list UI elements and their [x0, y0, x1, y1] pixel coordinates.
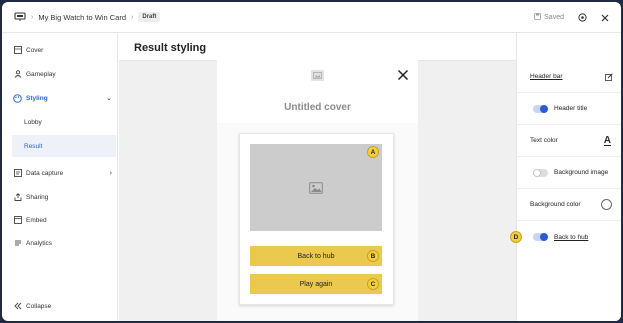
marker-a: A: [367, 146, 379, 158]
header-bar-row: Header bar: [517, 61, 621, 93]
text-color-row: Text color A: [517, 125, 621, 157]
sidebar-item-label: Embed: [26, 216, 47, 224]
text-color-picker-icon[interactable]: A: [603, 135, 611, 146]
marker-c: C: [367, 278, 379, 290]
settings-icon[interactable]: [578, 9, 587, 27]
background-image-toggle[interactable]: [533, 168, 548, 177]
analytics-icon: [13, 239, 22, 248]
sidebar: Cover Gameplay Styling ⌄ Lobby Result Da…: [2, 33, 118, 321]
collapse-button[interactable]: Collapse: [2, 295, 118, 317]
text-color-label: Text color: [530, 137, 558, 144]
sidebar-item-sharing[interactable]: Sharing: [2, 186, 118, 208]
header-title-toggle[interactable]: [533, 104, 548, 113]
sidebar-item-cover[interactable]: Cover: [2, 39, 118, 61]
back-to-hub-row: Back to hub: [517, 221, 621, 253]
palette-icon: [13, 93, 22, 103]
background-color-label: Background color: [530, 201, 581, 208]
sidebar-item-data-capture[interactable]: Data capture ›: [2, 162, 118, 184]
cover-title: Untitled cover: [284, 102, 351, 113]
breadcrumb-separator: ›: [31, 13, 34, 21]
gameplay-icon: [13, 70, 22, 79]
breadcrumb-separator: ›: [131, 13, 134, 21]
chevron-right-icon[interactable]: ›: [110, 170, 112, 177]
sidebar-item-label: Data capture: [26, 169, 64, 177]
settings-panel: Header bar Header title Text color A Bac…: [516, 33, 621, 321]
result-preview: Untitled cover A Back to hub B Play agai…: [217, 60, 418, 321]
sidebar-subitem-result[interactable]: Result: [12, 135, 116, 157]
edit-icon[interactable]: [605, 68, 613, 86]
saved-label: Saved: [544, 14, 564, 21]
background-color-row: Background color: [517, 189, 621, 221]
sidebar-item-analytics[interactable]: Analytics: [2, 232, 118, 254]
share-icon: [13, 193, 22, 202]
sidebar-item-label: Styling: [26, 94, 48, 102]
collapse-icon: [13, 302, 22, 311]
status-badge: Draft: [138, 12, 161, 22]
sidebar-item-styling[interactable]: Styling ⌄: [2, 87, 118, 109]
cover-icon: [13, 46, 22, 55]
back-to-hub-button[interactable]: Back to hub: [250, 246, 382, 266]
app-window: › My Big Watch to Win Card › Draft Saved…: [2, 2, 621, 321]
page-title: Result styling: [134, 42, 207, 54]
background-image-label: Background image: [554, 169, 609, 176]
sidebar-item-label: Cover: [26, 46, 44, 54]
sidebar-item-label: Sharing: [26, 193, 49, 201]
sidebar-item-embed[interactable]: Embed: [2, 209, 118, 231]
marker-b: B: [367, 250, 379, 262]
close-icon[interactable]: [601, 9, 609, 27]
embed-icon: [13, 216, 22, 225]
sidebar-subitem-lobby[interactable]: Lobby: [12, 111, 116, 133]
sidebar-item-label: Gameplay: [26, 70, 56, 78]
result-card: A Back to hub B Play again C: [239, 133, 394, 305]
breadcrumb[interactable]: My Big Watch to Win Card: [38, 13, 126, 22]
sidebar-item-gameplay[interactable]: Gameplay: [2, 63, 118, 85]
play-again-button[interactable]: Play again: [250, 274, 382, 294]
result-image-placeholder[interactable]: [250, 144, 382, 231]
image-icon: [309, 181, 323, 194]
collapse-label: Collapse: [26, 302, 52, 310]
back-to-hub-toggle[interactable]: [533, 233, 548, 241]
app-logo-icon[interactable]: [14, 12, 26, 22]
sidebar-item-label: Analytics: [26, 239, 53, 247]
header-title-row: Header title: [517, 93, 621, 125]
background-image-row: Background image: [517, 157, 621, 189]
image-placeholder-icon[interactable]: [311, 70, 324, 81]
saved-status: Saved: [534, 13, 564, 22]
data-capture-icon: [13, 169, 22, 178]
saved-icon: [534, 13, 542, 22]
chevron-down-icon[interactable]: ⌄: [106, 94, 112, 102]
marker-d: D: [510, 231, 522, 243]
background-color-swatch[interactable]: [601, 199, 612, 210]
preview-header: Untitled cover: [217, 60, 418, 123]
back-to-hub-label[interactable]: Back to hub: [554, 234, 588, 241]
header-bar-link[interactable]: Header bar: [530, 73, 563, 80]
header-title-label: Header title: [554, 105, 588, 112]
close-icon[interactable]: [397, 68, 409, 81]
top-bar: › My Big Watch to Win Card › Draft Saved: [2, 2, 621, 33]
